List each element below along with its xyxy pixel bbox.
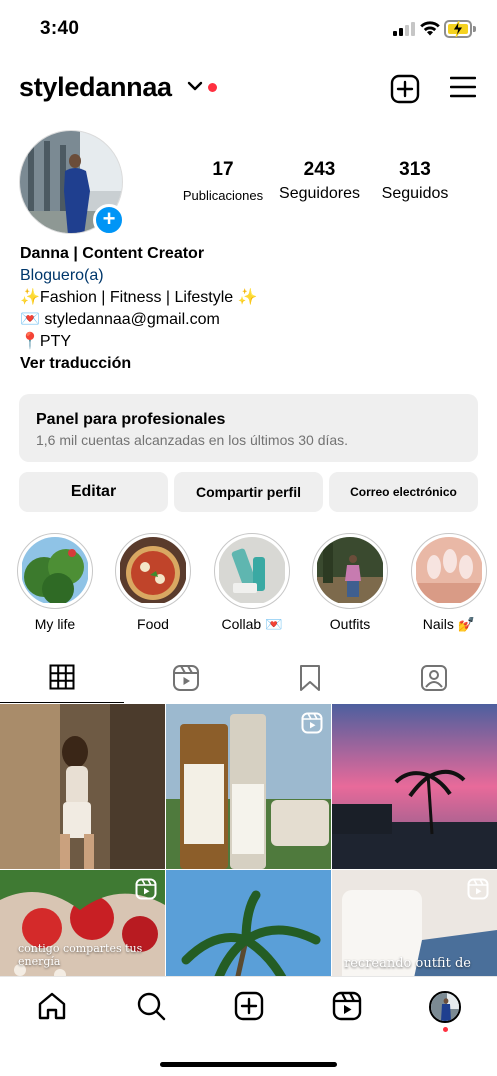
stat-value: 313	[399, 159, 431, 180]
grid-post[interactable]: contigo compartes tus energía	[0, 870, 165, 976]
panel-subtitle: 1,6 mil cuentas alcanzadas en los último…	[36, 432, 349, 448]
active-tab-indicator	[0, 701, 124, 703]
bio-line: ✨Fashion | Fitness | Lifestyle ✨	[20, 289, 258, 306]
profile-avatar-tab[interactable]	[429, 991, 461, 1023]
highlight-cover	[415, 537, 483, 605]
reel-badge-icon	[467, 878, 489, 900]
grid-post[interactable]	[166, 704, 331, 869]
home-indicator	[160, 1062, 337, 1067]
tab-reels[interactable]	[124, 656, 248, 703]
username-switcher[interactable]: styledannaa	[19, 72, 172, 103]
bio-location: 📍PTY	[20, 333, 72, 350]
category-label: Bloguero(a)	[20, 267, 104, 284]
highlight-label: My life	[34, 616, 76, 632]
create-post-icon[interactable]	[234, 991, 264, 1021]
add-story-button[interactable]: +	[93, 204, 125, 236]
grid-post[interactable]	[332, 704, 497, 869]
chevron-down-icon[interactable]	[187, 81, 203, 91]
menu-icon[interactable]	[450, 76, 476, 98]
stat-posts[interactable]: 17 Publicaciones	[178, 158, 268, 207]
status-time: 3:40	[40, 18, 80, 39]
profile-header: styledannaa	[0, 64, 497, 114]
home-icon[interactable]	[37, 991, 67, 1021]
create-new-icon[interactable]	[390, 74, 420, 104]
stat-label: Seguidores	[279, 185, 360, 202]
post-caption: contigo compartes tus energía	[18, 942, 143, 968]
stat-label: Publicaciones	[182, 188, 264, 203]
grid-icon	[49, 664, 75, 690]
battery-icon	[444, 20, 476, 38]
highlight-outfits[interactable]: Outfits	[312, 533, 388, 633]
stat-label: Seguidos	[381, 185, 449, 202]
grid-post[interactable]: recreando outfit de	[332, 870, 497, 976]
grid-post[interactable]	[166, 870, 331, 976]
highlight-collab[interactable]: Collab 💌	[214, 533, 290, 633]
highlight-cover	[21, 537, 89, 605]
tagged-person-icon	[421, 665, 447, 691]
notification-dot	[208, 83, 217, 92]
highlight-label: Collab 💌	[221, 616, 283, 632]
stat-value: 17	[212, 159, 234, 180]
cellular-signal-icon	[393, 22, 415, 36]
professional-dashboard-panel[interactable]: Panel para profesionales 1,6 mil cuentas…	[19, 394, 478, 462]
stat-followers[interactable]: 243 Seguidores	[272, 158, 367, 205]
reels-icon[interactable]	[332, 991, 362, 1021]
bottom-navigation	[0, 976, 497, 1076]
tab-tagged[interactable]	[372, 656, 496, 703]
bio-email: 💌 styledannaa@gmail.com	[20, 311, 220, 328]
highlight-cover	[218, 537, 286, 605]
highlight-label: Outfits	[329, 616, 371, 632]
profile-avatar[interactable]: +	[19, 130, 125, 236]
highlight-nails[interactable]: Nails 💅	[411, 533, 487, 633]
tab-saved[interactable]	[248, 656, 372, 703]
tab-posts[interactable]	[0, 656, 124, 703]
highlight-my-life[interactable]: My life	[17, 533, 93, 633]
notification-dot	[443, 1027, 448, 1032]
reel-badge-icon	[301, 712, 323, 734]
see-translation-link[interactable]: Ver traducción	[20, 353, 480, 375]
highlight-label: Food	[137, 616, 169, 632]
posts-grid: contigo compartes tus energía recreando …	[0, 704, 497, 976]
bookmark-icon	[300, 665, 320, 691]
edit-profile-button[interactable]: Editar	[19, 472, 168, 512]
grid-post[interactable]	[0, 704, 165, 869]
highlight-label: Nails 💅	[422, 616, 476, 632]
wifi-icon	[420, 21, 440, 36]
profile-bio: Danna | Content Creator Bloguero(a) ✨Fas…	[20, 243, 480, 375]
highlight-food[interactable]: Food	[115, 533, 191, 633]
panel-title: Panel para profesionales	[36, 411, 226, 428]
highlight-cover	[119, 537, 187, 605]
search-icon[interactable]	[136, 991, 166, 1021]
content-tabs	[0, 656, 497, 703]
email-button[interactable]: Correo electrónico	[329, 472, 478, 512]
display-name: Danna | Content Creator	[20, 245, 205, 262]
highlight-cover	[316, 537, 384, 605]
share-profile-button[interactable]: Compartir perfil	[174, 472, 323, 512]
stat-value: 243	[303, 159, 336, 180]
reel-badge-icon	[135, 878, 157, 900]
post-caption: recreando outfit de	[344, 956, 471, 971]
reels-icon	[173, 665, 199, 691]
status-bar: 3:40	[0, 0, 497, 60]
stat-following[interactable]: 313 Seguidos	[374, 158, 456, 205]
